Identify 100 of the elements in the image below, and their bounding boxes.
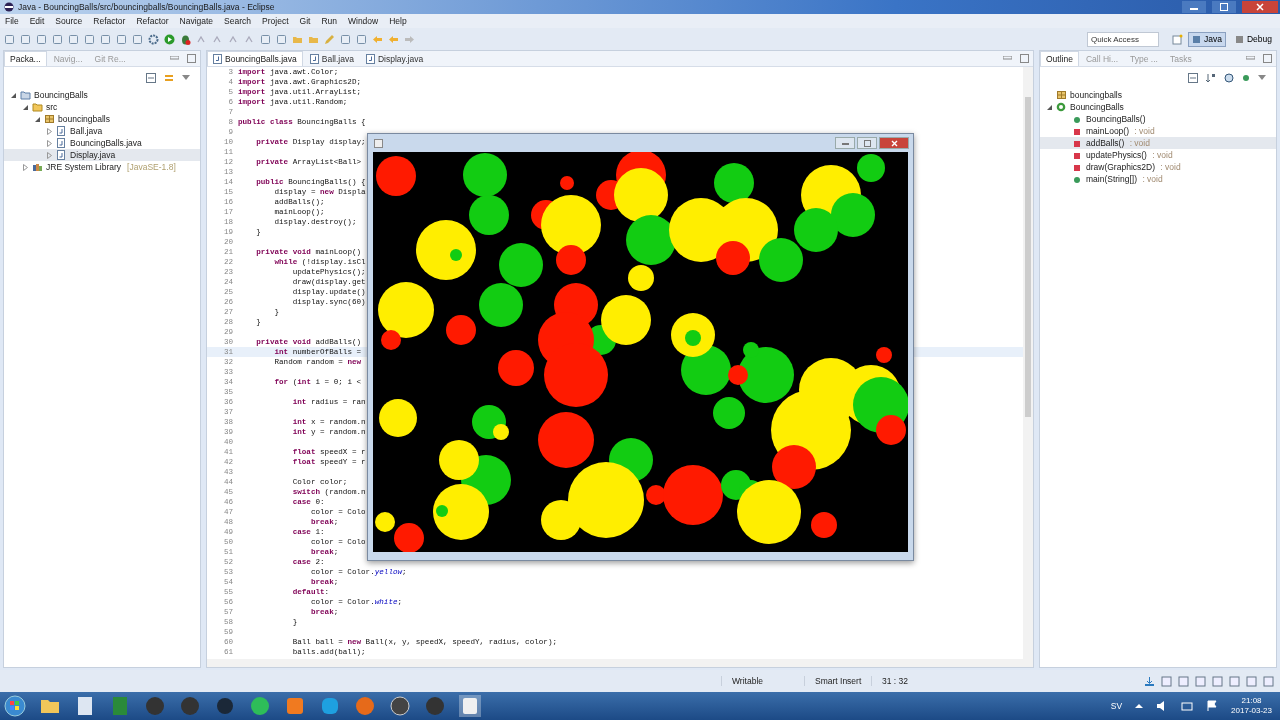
perspective-button[interactable]: Java (1187, 31, 1226, 47)
minimize-button[interactable] (1182, 1, 1206, 13)
start-logo-icon (4, 695, 26, 717)
library-icon (32, 162, 43, 172)
java-file-icon (56, 126, 67, 136)
open-perspective-icon[interactable] (1171, 33, 1183, 45)
square-icon (1072, 150, 1083, 160)
menu-item[interactable]: Project (262, 16, 289, 26)
menu-item[interactable]: Source (55, 16, 83, 26)
back-icon[interactable] (372, 33, 383, 45)
dot-icon[interactable] (1242, 74, 1250, 82)
dot-icon (1072, 114, 1083, 124)
language-indicator[interactable]: SV (1110, 701, 1123, 711)
caret-icon[interactable] (182, 75, 190, 81)
tree-item[interactable]: BouncingBalls.java (4, 137, 200, 149)
java-file-icon (309, 53, 319, 64)
outline-item[interactable]: draw(Graphics2D) : void (1040, 161, 1276, 173)
run-icon[interactable] (164, 33, 175, 45)
menu-item[interactable]: File (5, 16, 19, 26)
maximize-icon (1220, 3, 1228, 11)
square-icon (1072, 138, 1083, 148)
clock-time: 21:08 (1241, 696, 1262, 706)
horizontal-scrollbar[interactable] (207, 659, 1023, 667)
minimize-icon[interactable] (170, 55, 179, 62)
status-text: Smart Insert (804, 676, 865, 686)
outline-item[interactable]: bouncingballs (1040, 89, 1276, 101)
java-file-icon (365, 53, 375, 64)
menu-item[interactable]: Refactor (93, 16, 126, 26)
outline-item[interactable]: main(String[]) : void (1040, 173, 1276, 185)
minimize-icon[interactable] (1003, 55, 1012, 62)
editor-tab[interactable]: Ball.java (304, 51, 359, 66)
dot-icon (1072, 174, 1083, 184)
tree-item[interactable]: BouncingBalls (4, 89, 200, 101)
status-text: Writable (721, 676, 798, 686)
clock-date: 2017-03-23 (1231, 706, 1272, 716)
window-icon (374, 138, 383, 148)
close-button[interactable] (879, 137, 909, 149)
maximize-icon[interactable] (1263, 54, 1272, 63)
tree-item[interactable]: Display.java (4, 149, 200, 161)
editor-tab[interactable]: BouncingBalls.java (207, 51, 303, 66)
pencil-icon[interactable] (324, 33, 335, 45)
maximize-icon (863, 139, 871, 147)
menu-item[interactable]: Git (299, 16, 311, 26)
square-icon (1072, 162, 1083, 172)
outline-item[interactable]: mainLoop() : void (1040, 125, 1276, 137)
class-icon (1056, 102, 1067, 112)
back-icon[interactable] (388, 33, 399, 45)
tree-item[interactable]: JRE System Library [JavaSE-1.8] (4, 161, 200, 173)
close-icon (890, 139, 898, 147)
package-icon (1056, 90, 1067, 100)
menu-item[interactable]: Edit (29, 16, 45, 26)
menu-item[interactable]: Run (321, 16, 337, 26)
maximize-button[interactable] (857, 137, 877, 149)
maximize-button[interactable] (1212, 1, 1236, 13)
java-file-icon (213, 54, 222, 64)
close-button[interactable] (1242, 1, 1278, 13)
menu-item[interactable]: Refactor (136, 16, 169, 26)
minimize-icon (841, 141, 849, 145)
fwd-icon[interactable] (404, 33, 415, 45)
vertical-scrollbar[interactable] (1023, 67, 1033, 667)
folder-icon (32, 102, 43, 112)
download-icon[interactable] (1144, 675, 1155, 687)
caret-icon[interactable] (1258, 75, 1266, 81)
collapse-all-icon[interactable] (1188, 73, 1198, 83)
collapse-all-icon[interactable] (146, 73, 156, 83)
outline-item[interactable]: addBalls() : void (1040, 137, 1276, 149)
view-tab[interactable]: Outline (1040, 51, 1079, 66)
gear-icon[interactable] (148, 33, 159, 45)
tree-item[interactable]: Ball.java (4, 125, 200, 137)
tree-item[interactable]: bouncingballs (4, 113, 200, 125)
minimize-button[interactable] (835, 137, 855, 149)
minimize-icon[interactable] (1246, 55, 1255, 62)
java-file-icon (56, 138, 67, 148)
start-button[interactable] (4, 695, 26, 717)
java-file-icon (56, 150, 67, 160)
square-icon (1072, 126, 1083, 136)
eclipse-icon (4, 2, 14, 12)
editor-tab[interactable]: Display.java (360, 51, 429, 66)
expand-arrow-icon[interactable] (1046, 103, 1053, 111)
menu-item[interactable]: Help (389, 16, 407, 26)
project-icon (20, 90, 31, 100)
bug-icon[interactable] (180, 33, 191, 45)
menu-item[interactable]: Navigate (179, 16, 214, 26)
menu-item[interactable]: Window (348, 16, 379, 26)
quick-access-field[interactable]: Quick Access (1086, 31, 1159, 47)
flag-icon[interactable] (1206, 700, 1219, 712)
outline-item[interactable]: updatePhysics() : void (1040, 149, 1276, 161)
menu-item[interactable]: Search (224, 16, 252, 26)
status-text: 31 : 32 (871, 676, 922, 686)
tree-item[interactable]: src (4, 101, 200, 113)
outline-item[interactable]: BouncingBalls() (1040, 113, 1276, 125)
close-icon (1256, 3, 1264, 11)
sort-icon[interactable] (1206, 73, 1216, 83)
outline-item[interactable]: BouncingBalls (1040, 101, 1276, 113)
caret-icon[interactable] (1135, 703, 1144, 709)
perspective-button[interactable]: Debug (1230, 31, 1276, 47)
maximize-icon[interactable] (1020, 54, 1029, 63)
maximize-icon[interactable] (187, 54, 196, 63)
view-tab[interactable]: Packa... (4, 51, 47, 66)
package-icon (44, 114, 55, 124)
